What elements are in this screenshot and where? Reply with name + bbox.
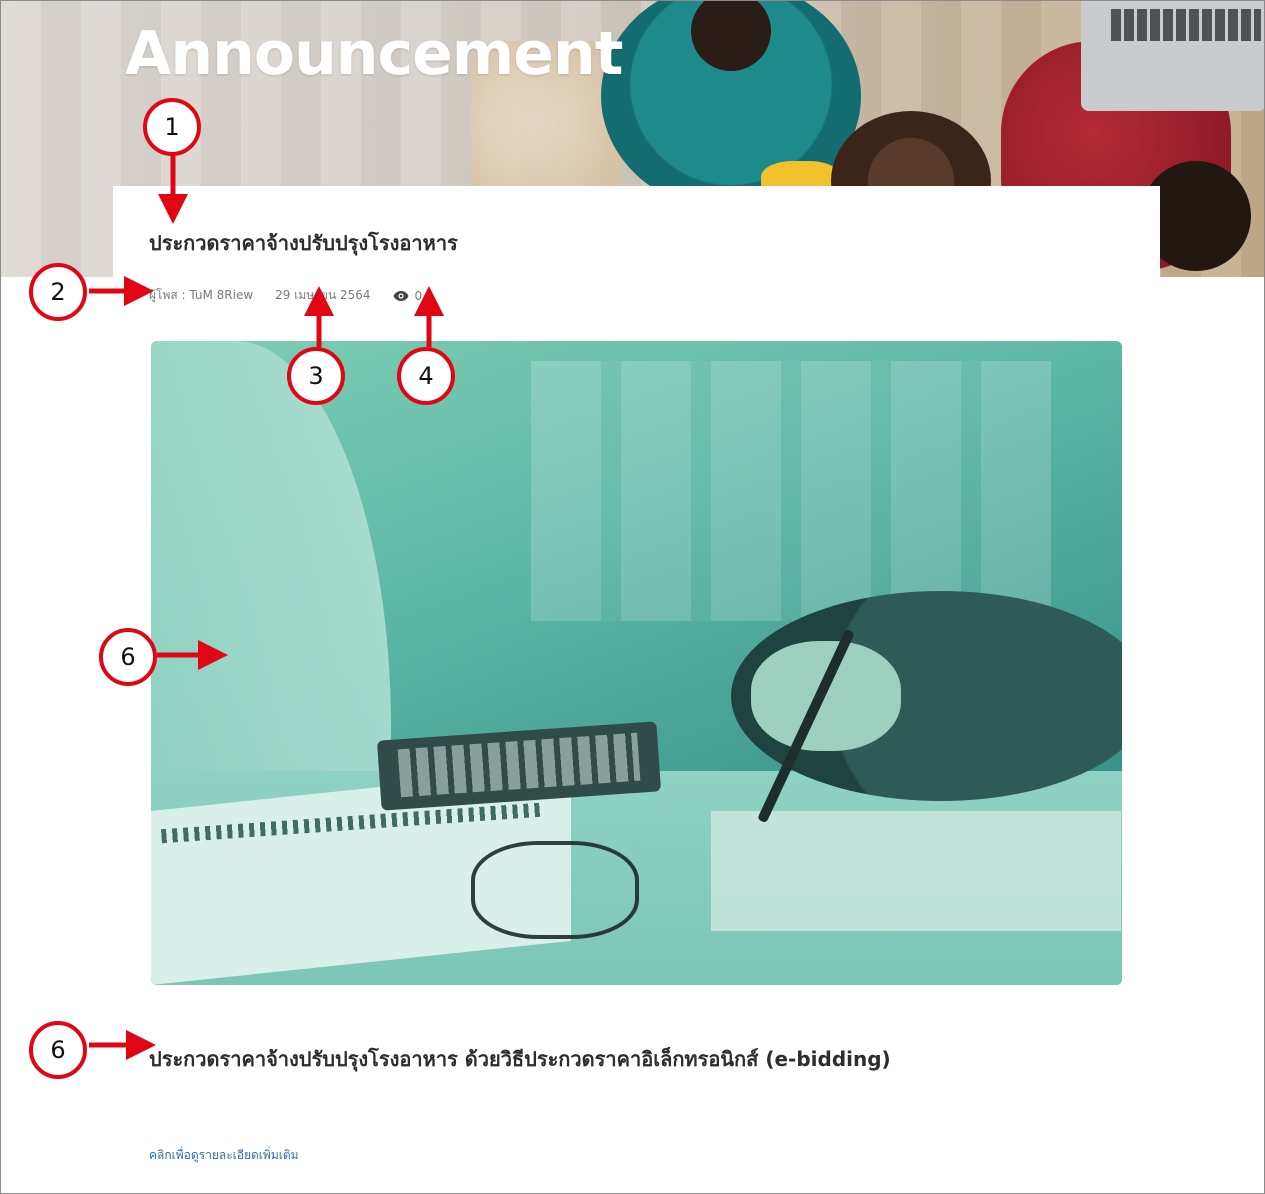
- page-frame: Announcement ประกวดราคาจ้างปรับปรุงโรงอา…: [0, 0, 1265, 1194]
- annotation-marker-3: 3: [287, 347, 345, 405]
- image-glasses: [471, 841, 639, 939]
- post-view-count: 0: [414, 288, 423, 303]
- annotation-marker-1: 1: [143, 98, 201, 156]
- read-more-link[interactable]: คลิกเพื่อดูรายละเอียดเพิ่มเติม: [149, 1146, 299, 1165]
- image-papers: [711, 811, 1121, 931]
- hero-title: Announcement: [125, 19, 623, 89]
- post-meta: ผู้โพส : TuM 8Riew 29 เมษายน 2564 0: [149, 286, 422, 305]
- post-date: 29 เมษายน 2564: [275, 288, 371, 302]
- image-hand: [751, 641, 901, 751]
- annotation-marker-2: 2: [29, 263, 87, 321]
- annotation-marker-6-image: 6: [99, 628, 157, 686]
- post-featured-image: [151, 341, 1122, 985]
- hero-laptop-keys: [1111, 9, 1261, 41]
- post-author: ผู้โพส : TuM 8Riew: [149, 288, 254, 302]
- annotation-marker-6-excerpt: 6: [29, 1021, 87, 1079]
- eye-icon: [393, 290, 409, 301]
- image-background-window: [531, 361, 1051, 621]
- post-title: ประกวดราคาจ้างปรับปรุงโรงอาหาร: [149, 231, 458, 255]
- post-excerpt: ประกวดราคาจ้างปรับปรุงโรงอาหาร ด้วยวิธีป…: [149, 1047, 891, 1071]
- annotation-marker-4: 4: [397, 347, 455, 405]
